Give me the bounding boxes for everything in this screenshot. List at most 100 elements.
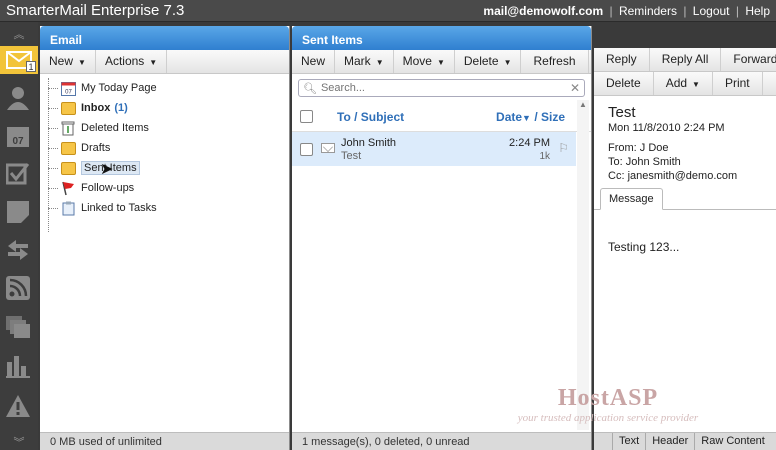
sort-by-subject[interactable]: To / Subject — [337, 110, 404, 124]
sort-by-date[interactable]: Date▼ / Size — [496, 110, 565, 124]
actions-button[interactable]: Actions ▼ — [96, 50, 168, 73]
email-folders-panel: Email New ▼ Actions ▼ 07 My Today Page Inb… — [40, 26, 290, 450]
logout-link[interactable]: Logout — [693, 4, 730, 18]
module-rail: ︽ 1 07 ︾ — [0, 22, 38, 450]
drafts-folder-icon — [60, 140, 76, 156]
inbox-folder-icon — [60, 100, 76, 116]
new-message-button[interactable]: New — [292, 50, 336, 73]
delete-message-button[interactable]: Delete — [594, 72, 654, 95]
view-tab-text[interactable]: Text — [612, 433, 645, 450]
folder-sent-items[interactable]: Sent Items ➤ — [46, 158, 289, 178]
search-icon: 🔍︎ — [303, 82, 317, 95]
clear-search-icon[interactable]: ✕ — [570, 81, 580, 95]
watermark-brand: HostASP — [557, 385, 659, 411]
trash-icon — [60, 120, 76, 136]
mail-icon[interactable]: 1 — [0, 46, 38, 74]
search-box: 🔍︎ ✕ — [298, 79, 585, 97]
notes-icon[interactable] — [3, 198, 33, 226]
collapse-up-icon[interactable]: ︽ — [0, 26, 38, 42]
caret-down-icon: ▼ — [375, 58, 384, 67]
alerts-icon[interactable] — [3, 392, 33, 420]
reports-icon[interactable] — [3, 352, 33, 380]
message-date: Mon 11/8/2010 2:24 PM — [608, 122, 725, 134]
red-flag-icon — [60, 180, 76, 196]
folder-my-today-page[interactable]: 07 My Today Page — [46, 78, 289, 98]
tasks-icon[interactable] — [3, 160, 33, 188]
folder-inbox[interactable]: Inbox (1) — [46, 98, 289, 118]
separator: | — [609, 4, 613, 18]
view-tab-header[interactable]: Header — [645, 433, 694, 450]
email-toolbar: New ▼ Actions ▼ — [40, 50, 289, 74]
message-tabs: Message — [594, 188, 776, 210]
mail-count-badge: 1 — [26, 61, 36, 72]
search-input[interactable] — [320, 82, 570, 94]
email-panel-title: Email — [40, 26, 289, 50]
separator: | — [735, 4, 739, 18]
delete-button-label: Delete — [463, 54, 499, 68]
caret-down-icon: ▼ — [436, 58, 445, 67]
app-title: SmarterMail Enterprise 7.3 — [6, 2, 185, 19]
separator: | — [683, 4, 687, 18]
move-button-label: Move — [402, 54, 432, 68]
reply-button[interactable]: Reply — [594, 48, 650, 71]
scroll-up-icon[interactable]: ▲ — [577, 100, 589, 109]
caret-down-icon: ▼ — [692, 80, 700, 89]
svg-text:07: 07 — [12, 136, 24, 147]
files-icon[interactable] — [3, 312, 33, 340]
rss-icon[interactable] — [3, 274, 33, 302]
flag-icon[interactable]: ⚐ — [558, 141, 569, 155]
folder-drafts[interactable]: Drafts — [46, 138, 289, 158]
caret-down-icon: ▼ — [78, 58, 86, 67]
folder-linked-to-tasks[interactable]: Linked to Tasks — [46, 198, 289, 218]
to-field: To: John Smith — [594, 154, 776, 168]
new-button[interactable]: New ▼ — [40, 50, 96, 73]
collapse-down-icon[interactable]: ︾ — [0, 434, 38, 450]
tab-message[interactable]: Message — [600, 188, 663, 210]
message-checkbox[interactable] — [300, 143, 313, 156]
reminders-link[interactable]: Reminders — [619, 4, 677, 18]
sort-desc-icon: ▼ — [522, 112, 531, 123]
folder-label: Follow-ups — [81, 182, 135, 194]
clipboard-icon — [60, 200, 76, 216]
refresh-button[interactable]: Refresh — [521, 50, 589, 73]
print-button[interactable]: Print — [713, 72, 763, 95]
mouse-cursor-icon: ➤ — [100, 161, 114, 178]
select-all-checkbox[interactable] — [300, 110, 313, 123]
sync-icon[interactable] — [3, 236, 33, 264]
reply-all-button[interactable]: Reply All — [650, 48, 722, 71]
folder-deleted-items[interactable]: Deleted Items — [46, 118, 289, 138]
sent-toolbar: New Mark ▼ Move ▼ Delete ▼ Refresh — [292, 50, 591, 74]
sent-panel-title: Sent Items — [292, 26, 591, 50]
view-tabs: Text Header Raw Content — [594, 432, 776, 450]
to-value: John Smith — [625, 156, 681, 168]
add-button-label: Add — [665, 76, 688, 90]
user-email[interactable]: mail@demowolf.com — [483, 4, 603, 18]
add-button[interactable]: Add ▼ — [654, 72, 713, 95]
calendar-icon[interactable]: 07 — [3, 122, 33, 150]
mark-button[interactable]: Mark ▼ — [335, 50, 394, 73]
cc-field: Cc: janesmith@demo.com — [594, 168, 776, 182]
folder-follow-ups[interactable]: Follow-ups — [46, 178, 289, 198]
storage-status: 0 MB used of unlimited — [40, 432, 289, 450]
help-link[interactable]: Help — [745, 4, 770, 18]
reading-toolbar-row2: Delete Add ▼ Print — [594, 72, 776, 96]
from-field: From: J Doe — [594, 134, 776, 154]
mark-button-label: Mark — [344, 54, 371, 68]
message-subject-heading: Test — [608, 104, 636, 121]
contacts-icon[interactable] — [3, 84, 33, 112]
message-count-status: 1 message(s), 0 deleted, 0 unread — [292, 432, 591, 450]
to-label: To: — [608, 156, 623, 168]
message-list-scrollbar[interactable]: ▲ — [577, 100, 589, 430]
reading-toolbar-row1: Reply Reply All Forward — [594, 48, 776, 72]
top-links: mail@demowolf.com | Reminders | Logout |… — [483, 4, 770, 18]
view-tab-raw-content[interactable]: Raw Content — [694, 433, 771, 450]
forward-button[interactable]: Forward — [721, 48, 776, 71]
message-body: Testing 123... — [608, 240, 680, 254]
delete-button[interactable]: Delete ▼ — [455, 50, 522, 73]
move-button[interactable]: Move ▼ — [394, 50, 455, 73]
message-row[interactable]: John Smith Test 2:24 PM 1k ⚐ — [292, 132, 576, 166]
message-to: John Smith — [341, 137, 397, 149]
folder-label: Deleted Items — [81, 122, 149, 134]
caret-down-icon: ▼ — [149, 58, 158, 67]
message-subject: Test — [341, 150, 362, 162]
